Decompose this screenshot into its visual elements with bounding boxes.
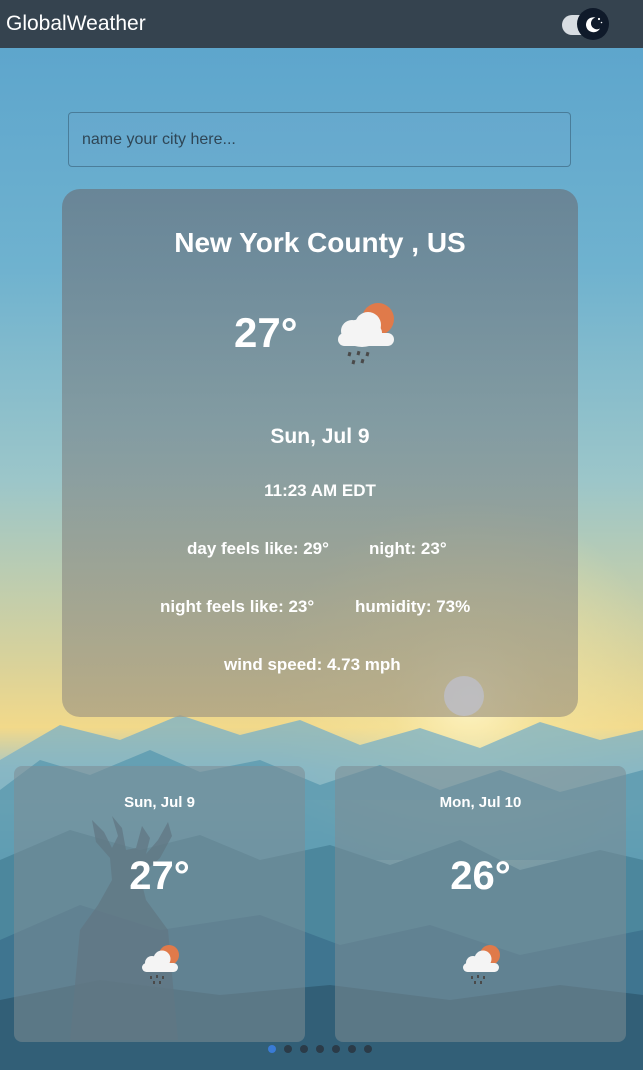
carousel-dot[interactable]: [300, 1045, 308, 1053]
forecast-temperature: 27°: [129, 854, 190, 898]
decorative-sun-circle: [444, 676, 484, 716]
forecast-temperature: 26°: [450, 854, 511, 898]
search-bar: [68, 112, 571, 167]
forecast-date: Mon, Jul 10: [439, 794, 522, 811]
carousel-pagination: [268, 1045, 378, 1055]
current-date: Sun, Jul 9: [270, 425, 370, 448]
cloud-rain-sun-icon: [457, 942, 505, 986]
carousel-dot[interactable]: [332, 1045, 340, 1053]
forecast-date: Sun, Jul 9: [124, 794, 195, 811]
weather-app-page: GlobalWeather New York County , US 27°: [0, 0, 643, 1070]
humidity: humidity: 73%: [355, 597, 471, 616]
night-temperature: night: 23°: [369, 539, 447, 558]
city-search-input[interactable]: [68, 112, 571, 167]
carousel-dot[interactable]: [268, 1045, 276, 1053]
cloud-rain-sun-icon: [328, 299, 402, 369]
app-title: GlobalWeather: [6, 12, 146, 35]
forecast-card[interactable]: Mon, Jul 10 26°: [335, 766, 626, 1042]
carousel-dot[interactable]: [348, 1045, 356, 1053]
moon-icon: [577, 8, 609, 40]
wind-speed: wind speed: 4.73 mph: [224, 655, 401, 674]
carousel-dot[interactable]: [284, 1045, 292, 1053]
night-feels-like: night feels like: 23°: [160, 597, 315, 616]
current-weather-card: New York County , US 27° Sun, Jul 9 11:2…: [62, 189, 578, 717]
current-temperature: 27°: [234, 309, 298, 356]
theme-toggle[interactable]: [560, 8, 612, 40]
cloud-rain-sun-icon: [136, 942, 184, 986]
day-feels-like: day feels like: 29°: [187, 539, 329, 558]
carousel-dot[interactable]: [316, 1045, 324, 1053]
top-bar: GlobalWeather: [0, 0, 643, 48]
forecast-card[interactable]: Sun, Jul 9 27°: [14, 766, 305, 1042]
carousel-dot[interactable]: [364, 1045, 372, 1053]
current-time: 11:23 AM EDT: [264, 481, 376, 500]
location-title: New York County , US: [174, 227, 466, 258]
